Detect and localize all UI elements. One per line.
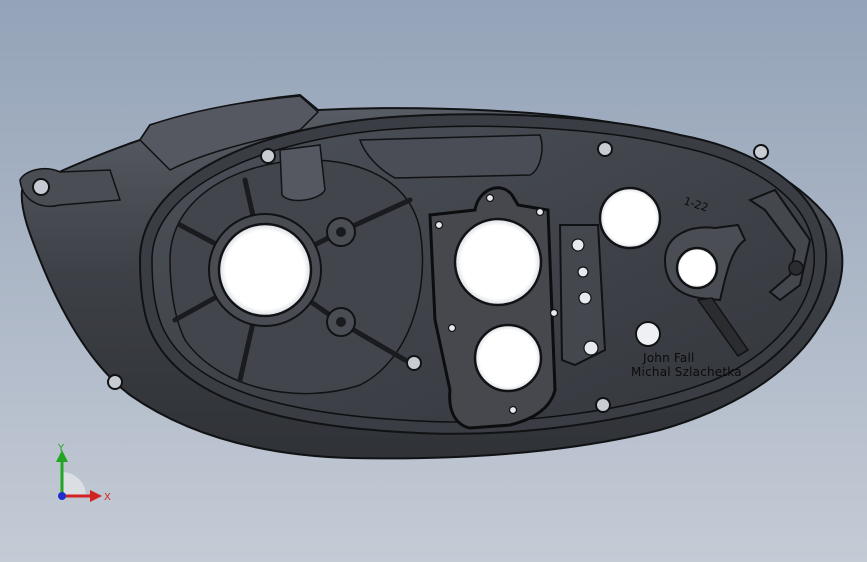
right-hole-small	[635, 321, 661, 347]
crankcase-cover-model[interactable]: 1-22 John Fall Michal Szlachetka	[0, 0, 867, 562]
main-bore	[217, 222, 313, 318]
z-axis-dot	[58, 492, 66, 500]
right-bore	[675, 246, 719, 290]
engraving-line-2: Michal Szlachetka	[631, 365, 742, 379]
x-axis-label: X	[104, 492, 111, 503]
boss-upper-hole	[336, 227, 346, 237]
boss-lower-hole	[336, 317, 346, 327]
gasket-bore-lower	[473, 323, 543, 393]
right-bracket-hole	[788, 260, 804, 276]
gasket-bore-upper	[453, 217, 543, 307]
top-cylinder-boss	[279, 144, 326, 202]
engraving-line-1: John Fall	[642, 351, 695, 365]
right-hole-large	[598, 186, 662, 250]
triad-quarter-disk	[62, 472, 86, 496]
top-channel	[358, 134, 543, 179]
y-axis-label: Y	[57, 443, 65, 454]
left-mount-hole	[32, 178, 50, 196]
graphics-viewport[interactable]: 1-22 John Fall Michal Szlachetka Y X	[0, 0, 867, 562]
reference-triad: Y X	[56, 443, 111, 503]
x-axis-arrow	[90, 490, 102, 502]
